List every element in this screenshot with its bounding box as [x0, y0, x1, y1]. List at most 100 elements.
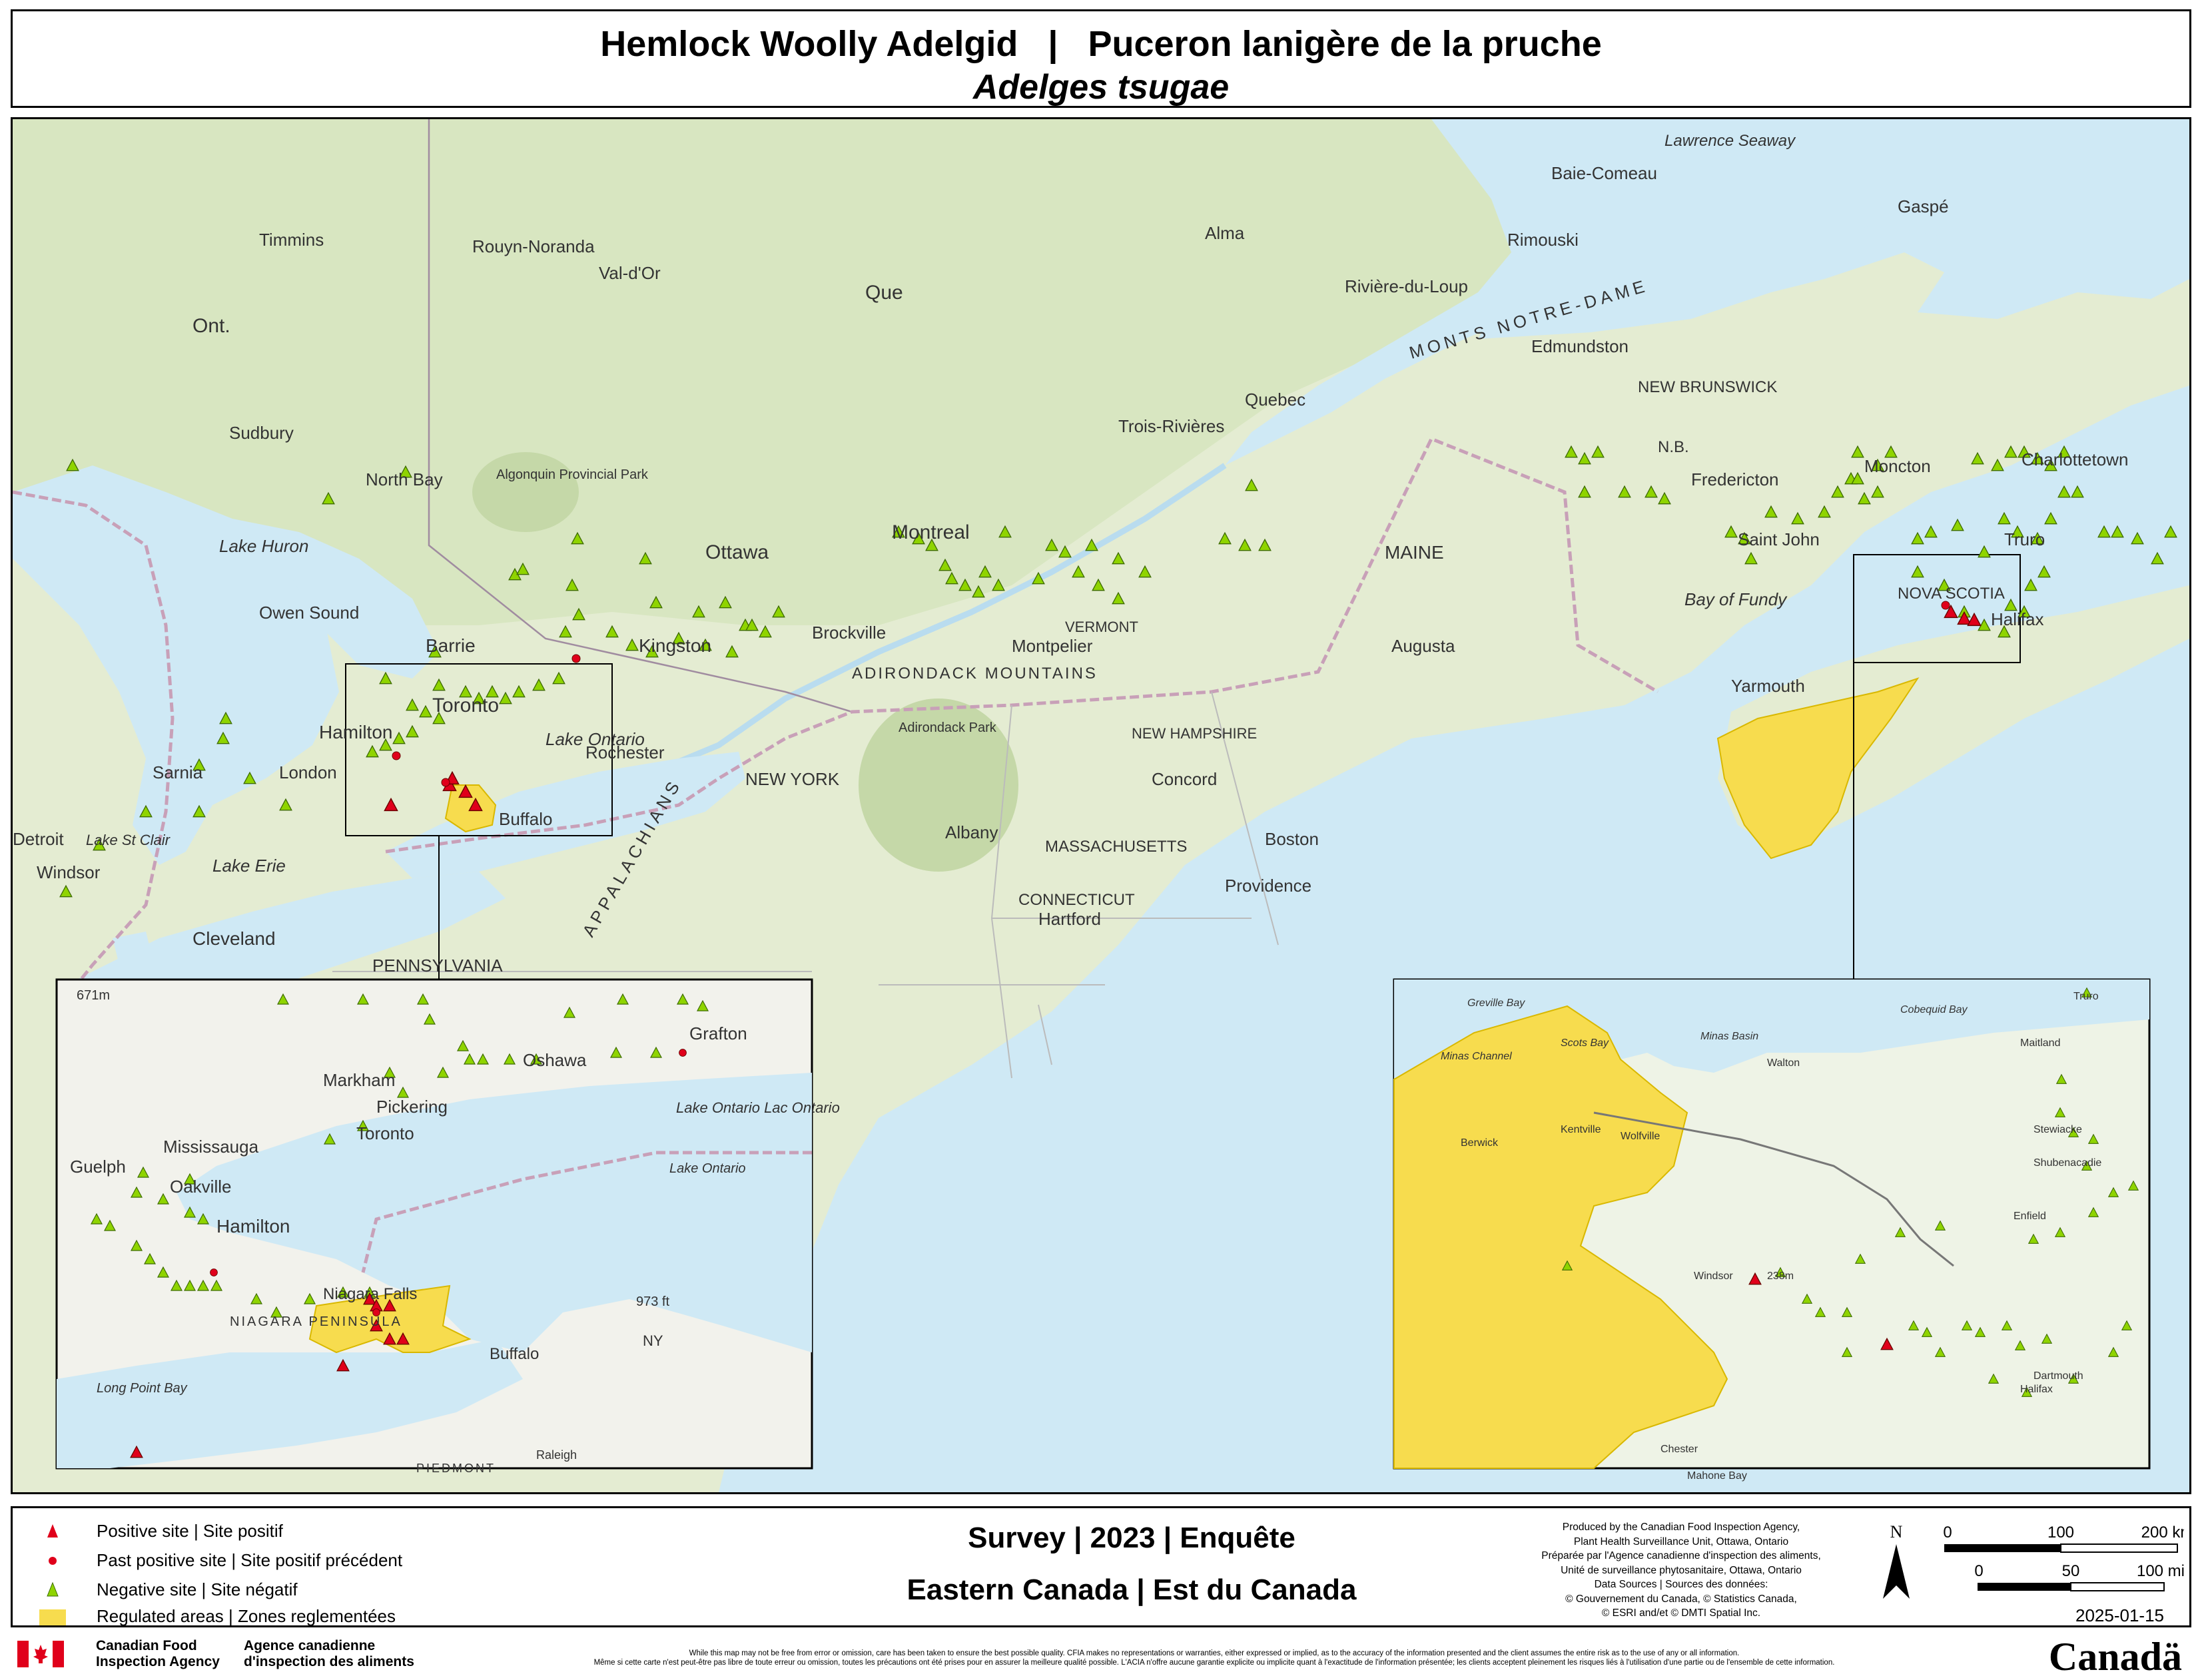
map-label: MASSACHUSETTS: [1045, 838, 1187, 856]
map-label: Mississauga: [163, 1137, 259, 1157]
scale-km-100: 100: [2047, 1524, 2074, 1541]
map-title: Hemlock Woolly Adelgid | Puceron lanigèr…: [600, 24, 1602, 64]
map-label: Halifax: [2020, 1384, 2053, 1395]
map-label: Grafton: [689, 1023, 747, 1043]
map-label: Albany: [945, 822, 998, 842]
map-label: Augusta: [1391, 636, 1455, 656]
map-label: NEW YORK: [745, 769, 840, 789]
map-label: Oshawa: [523, 1050, 587, 1070]
map-label: NEW BRUNSWICK: [1638, 378, 1777, 396]
map-label: Fredericton: [1691, 469, 1779, 489]
scale-mi-0: 0: [1974, 1562, 1983, 1580]
map-label: Walton: [1767, 1057, 1800, 1069]
map-label: Long Point Bay: [97, 1381, 188, 1396]
map-label: VERMONT: [1065, 619, 1138, 635]
map-canvas[interactable]: Timmins Rouyn-NorandaVal-d'Or Alma Baie-Com…: [13, 119, 2189, 1492]
map-label: MAINE: [1385, 542, 1444, 563]
map-label: London: [279, 762, 337, 782]
producer-line: © Gouvernement du Canada, © Statistics C…: [1565, 1593, 1797, 1605]
map-label: Kentville: [1561, 1124, 1601, 1135]
map-label: Barrie: [426, 635, 476, 656]
disclaimer-english: While this map may not be free from erro…: [689, 1649, 1740, 1657]
map-label: Lake St Clair: [86, 832, 171, 848]
producer-line: Plant Health Surveillance Unit, Ottawa, …: [1573, 1536, 1789, 1547]
map-label: Boston: [1265, 829, 1319, 849]
past-positive-site-marker: [679, 1049, 687, 1057]
map-label: Rimouski: [1507, 230, 1579, 250]
map-label: Berwick: [1461, 1137, 1499, 1149]
producer-line: Produced by the Canadian Food Inspection…: [1562, 1522, 1800, 1533]
map-label: Saint John: [1738, 529, 1820, 549]
map-label: 671m: [77, 988, 110, 1003]
footer: Canadian Food Inspection Agency Agence c…: [11, 1634, 2191, 1679]
map-area[interactable]: Timmins Rouyn-Noranda Val-d'Or Alma Baie-Com…: [11, 117, 2191, 1494]
scale-and-north-arrow: N 0 100 200 km 0 50 100 mi: [1883, 1522, 2184, 1599]
map-title-box: Hemlock Woolly Adelgid | Puceron lanigèr…: [11, 9, 2191, 108]
map-label: Windsor: [37, 862, 101, 882]
map-label: Gaspé: [1898, 196, 1949, 216]
map-label: Lake Ontario: [546, 729, 645, 749]
legend-label-past-positive: Past positive site | Site positif précéd…: [97, 1550, 403, 1570]
map-label: Enfield: [2014, 1211, 2046, 1222]
map-label: NOVA SCOTIA: [1898, 585, 2005, 603]
inset-niagara: 671m Markham Pickering Toronto Mississauga Gu…: [55, 978, 840, 1475]
map-label: Baie-Comeau: [1551, 163, 1657, 183]
survey-year: Survey | 2023 | Enquête: [968, 1522, 1295, 1554]
map-label: Maitland: [2020, 1037, 2060, 1049]
map-label: Yarmouth: [1731, 676, 1805, 696]
past-positive-site-marker: [571, 654, 581, 663]
map-label: Rouyn-Noranda: [472, 236, 595, 256]
map-label: Dartmouth: [2033, 1370, 2083, 1382]
map-label: Hamilton: [216, 1216, 290, 1237]
map-label: Raleigh: [536, 1448, 577, 1462]
scale-km-200: 200 km: [2141, 1524, 2184, 1541]
map-label: Scots Bay: [1561, 1037, 1609, 1049]
map-label: North Bay: [366, 469, 443, 489]
map-label: Lake Ontario Lac Ontario: [676, 1099, 840, 1116]
map-label: Charlottetown: [2021, 449, 2128, 469]
map-label: 973 ft: [636, 1294, 669, 1309]
map-label: Hartford: [1038, 909, 1101, 929]
producer-line: © ESRI and/et © DMTI Spatial Inc.: [1601, 1607, 1761, 1619]
map-label: ADIRONDACK MOUNTAINS: [852, 665, 1098, 683]
map-label: Lake Huron: [219, 536, 308, 556]
legend-label-regulated: Regulated areas | Zones reglementées: [97, 1606, 396, 1626]
map-label: PIEDMONT: [416, 1462, 496, 1475]
map-label: Wolfville: [1621, 1131, 1660, 1142]
legend-label-negative: Negative site | Site négatif: [97, 1579, 298, 1599]
map-label: Bay of Fundy: [1684, 589, 1788, 609]
map-label: Minas Basin: [1700, 1031, 1758, 1042]
map-label: Cleveland: [192, 928, 276, 949]
map-label: Trois-Rivières: [1118, 416, 1224, 436]
map-label: Lawrence Seaway: [1664, 132, 1796, 150]
map-label: Buffalo: [490, 1345, 539, 1363]
map-label: Alma: [1205, 223, 1245, 243]
map-label: Toronto: [432, 695, 499, 716]
cfia-name-french: Agence canadienne d'inspection des alime…: [244, 1638, 414, 1669]
map-label: Val-d'Or: [599, 263, 661, 283]
past-positive-site-marker: [441, 778, 450, 787]
map-label: Montpelier: [1012, 636, 1093, 656]
past-positive-site-marker: [210, 1268, 218, 1276]
map-label: Chester: [1660, 1444, 1698, 1455]
map-label: Truro: [2073, 991, 2099, 1002]
producer-line: Unité de surveillance phytosanitaire, Ot…: [1561, 1564, 1802, 1576]
map-date: 2025-01-15: [2075, 1605, 2164, 1625]
map-label: Moncton: [1864, 456, 1931, 476]
scale-mi-50: 50: [2062, 1562, 2080, 1580]
map-label: Rivière-du-Loup: [1345, 276, 1468, 296]
map-label: Ont.: [192, 315, 230, 337]
producer-credits: Produced by the Canadian Food Inspection…: [1508, 1520, 1854, 1621]
map-label: NEW HAMPSHIRE: [1132, 725, 1257, 742]
map-label: Minas Channel: [1441, 1051, 1512, 1062]
map-label: Truro: [2004, 529, 2045, 549]
map-label: Que: [865, 282, 903, 304]
map-label: Lake Ontario: [669, 1161, 746, 1176]
map-label: CONNECTICUT: [1018, 891, 1135, 909]
map-label: Greville Bay: [1467, 997, 1525, 1009]
legend-panel: Positive site | Site positif Past positi…: [11, 1506, 2191, 1627]
map-label: NY: [643, 1332, 663, 1349]
map-label: Buffalo: [499, 809, 552, 829]
map-label: Oakville: [170, 1177, 231, 1197]
map-label: Quebec: [1245, 390, 1305, 410]
